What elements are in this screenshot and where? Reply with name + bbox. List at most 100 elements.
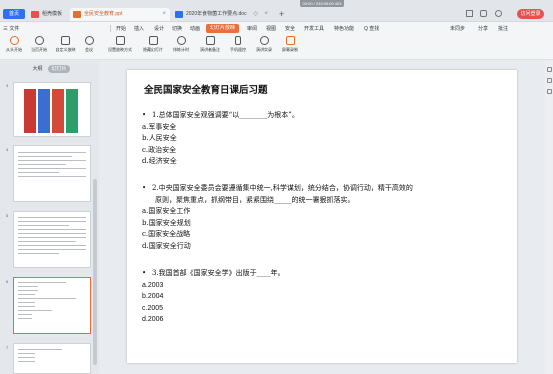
phone-icon [235, 36, 241, 45]
timer-icon [176, 36, 186, 45]
pin-icon[interactable]: ◇ [253, 8, 258, 21]
window-layout-icon[interactable] [466, 10, 473, 17]
option: c.国家安全战略 [142, 230, 191, 238]
screen-record-button[interactable]: 屏幕录制 [278, 36, 302, 53]
setup-show-button[interactable]: 设置放映方式 [104, 36, 136, 53]
file-menu[interactable]: 三 文件 [3, 25, 19, 32]
question-text: 3.我国首部《国家安全学》出版于____年。 [152, 269, 285, 277]
tab-doc-document[interactable]: 2020年食物菌工作要点.doc ◇ × [172, 8, 272, 21]
slide-number: 4 [6, 147, 9, 152]
thumbnail-text [18, 282, 86, 322]
menu-developer[interactable]: 开发工具 [304, 25, 324, 32]
toolbar-icon[interactable] [546, 67, 552, 72]
slide-number: 3 [6, 83, 9, 88]
thumbnail-text [18, 349, 86, 365]
option: b.国家安全规划 [142, 218, 191, 227]
menu-search[interactable]: Q 查找 [364, 25, 379, 32]
option: a.军事安全 [142, 122, 177, 131]
user-icon[interactable] [495, 10, 502, 17]
slide-number: 6 [6, 279, 9, 284]
question-text: 1.总体国家安全观强调要“以________为根本”。 [152, 111, 299, 119]
play-from-current-button[interactable]: 当页开始 [27, 36, 51, 53]
home-tab[interactable]: 首页 [3, 9, 25, 19]
question-stem: • 2.中央国家安全委员会要遵循集中统一,科学谋划，统分结合，协调行动，精干高效… [142, 183, 497, 195]
docer-icon [31, 11, 39, 18]
menu-bar [0, 22, 553, 35]
close-icon[interactable]: × [264, 8, 268, 21]
slide-number: 7 [6, 345, 9, 350]
option: a.2003 [142, 281, 164, 289]
option: a.国家安全工作 [142, 207, 191, 215]
menu-review[interactable]: 审阅 [247, 25, 257, 32]
presentation-record-button[interactable]: 演讲实录 [252, 36, 276, 53]
tab-slides[interactable]: 幻灯片 [48, 65, 70, 73]
rehearse-timing-button[interactable]: 排练计时 [169, 36, 193, 53]
tab-outline[interactable]: 大纲 [30, 65, 45, 73]
menu-view[interactable]: 视图 [266, 25, 276, 32]
meeting-button[interactable]: 会议 [80, 36, 98, 53]
menu-home[interactable]: 开始 [116, 25, 126, 32]
menu-animation[interactable]: 动画 [190, 25, 200, 32]
tab-docer-templates[interactable]: 稻壳模板 [28, 8, 68, 21]
menu-insert[interactable]: 插入 [134, 25, 144, 32]
play-icon [9, 36, 19, 45]
custom-show-button[interactable]: 自定义放映 [53, 36, 78, 53]
tab-label: 全民安全教育.ppt [84, 11, 123, 17]
question-stem: • 1.总体国家安全观强调要“以________为根本”。 [142, 110, 299, 122]
question-3[interactable]: • 3.我国首部《国家安全学》出版于____年。 a.2003 b.2004 c… [142, 268, 285, 326]
menu-security[interactable]: 安全 [285, 25, 295, 32]
tab-ppt-document[interactable]: 全民安全教育.ppt × [70, 8, 170, 21]
pane-scrollbar[interactable] [93, 179, 97, 365]
option: c.政治安全 [142, 145, 177, 154]
slide-thumbnail[interactable] [13, 343, 91, 374]
option: d.2006 [142, 316, 164, 323]
slide-thumbnail[interactable] [13, 145, 91, 202]
hide-slide-button[interactable]: 隐藏幻灯片 [139, 36, 167, 53]
menu-transitions[interactable]: 切换 [172, 25, 182, 32]
menu-slideshow[interactable]: 幻灯片放映 [206, 24, 239, 33]
record-icon [259, 36, 269, 45]
window-restore-icon[interactable] [480, 10, 487, 17]
question-1[interactable]: • 1.总体国家安全观强调要“以________为根本”。 a.军事安全 b.人… [142, 110, 299, 168]
thumbnail-text [18, 152, 86, 180]
bullet: • [142, 269, 147, 277]
phone-remote-button[interactable]: 手机遥控 [227, 36, 249, 53]
app-window: 首页 稻壳模板 全民安全教育.ppt × 2020年食物菌工作要点.doc ◇ … [0, 0, 553, 374]
share-button[interactable]: 分享 [478, 25, 488, 32]
settings-icon [115, 36, 125, 45]
slide-canvas[interactable]: 全民国家安全教育日课后习题 • 1.总体国家安全观强调要“以________为根… [127, 70, 517, 363]
login-button[interactable]: 访问登录 [517, 9, 544, 19]
slide-thumbnail-pane: 大纲 幻灯片 3 4 5 6 7 [0, 61, 99, 374]
menu-design[interactable]: 设计 [154, 25, 164, 32]
sync-status[interactable]: 未同步 [450, 25, 465, 32]
option: d.国家安全行动 [142, 241, 191, 250]
question-2[interactable]: • 2.中央国家安全委员会要遵循集中统一,科学谋划，统分结合，协调行动，精干高效… [142, 183, 497, 252]
divider [110, 25, 111, 32]
slide-thumbnail[interactable] [13, 82, 91, 137]
add-tab-icon[interactable]: + [279, 9, 284, 19]
screen-record-icon [285, 36, 295, 45]
question-text-continued: 原则，聚焦重点，抓纲带目，紧紧围绕_____的统一署狠抓落实。 [155, 195, 355, 204]
thumbnail-image [66, 89, 78, 133]
meeting-icon [84, 36, 94, 45]
slide-thumbnail-selected[interactable] [13, 277, 91, 334]
toolbar-icon[interactable] [546, 78, 552, 83]
notes-icon [205, 36, 215, 45]
comment-button[interactable]: 批注 [498, 25, 508, 32]
slide-thumbnail[interactable] [13, 211, 91, 268]
toolbar-icon[interactable] [546, 89, 552, 94]
play-from-start-button[interactable]: 从头开始 [2, 36, 26, 53]
tab-bar: 首页 稻壳模板 全民安全教育.ppt × 2020年食物菌工作要点.doc ◇ … [0, 0, 553, 22]
menu-features[interactable]: 特色功能 [334, 25, 354, 32]
question-text: 2.中央国家安全委员会要遵循集中统一,科学谋划，统分结合，协调行动，精干高效的 [152, 184, 413, 192]
ribbon-toolbar: 从头开始 当页开始 自定义放映 会议 设置放映方式 隐藏幻灯片 排练计时 演讲者… [0, 35, 553, 60]
speaker-notes-button[interactable]: 演讲者备注 [196, 36, 224, 53]
thumbnail-text [18, 217, 86, 257]
slide-title[interactable]: 全民国家安全教育日课后习题 [144, 82, 268, 96]
thumbnail-image [52, 89, 64, 133]
thumbnail-image [38, 89, 50, 133]
close-icon[interactable]: × [162, 8, 166, 21]
question-stem: • 3.我国首部《国家安全学》出版于____年。 [142, 268, 285, 280]
option: b.人民安全 [142, 134, 177, 142]
right-side-toolbar [545, 61, 553, 374]
